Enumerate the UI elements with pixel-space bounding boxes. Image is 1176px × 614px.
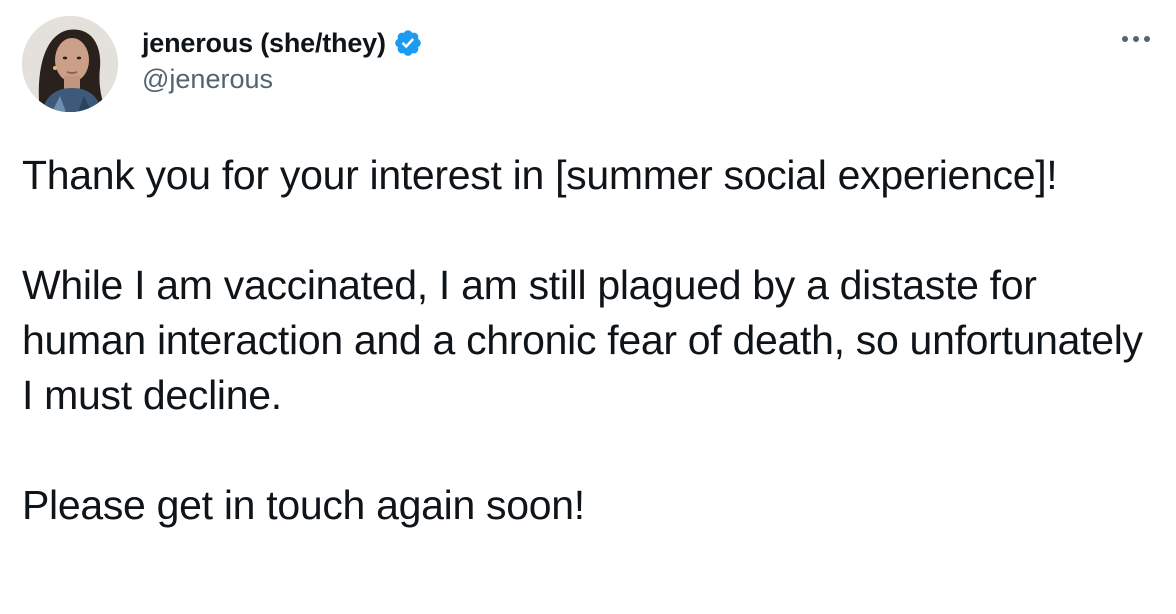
more-options-button[interactable] [1118, 26, 1154, 52]
author-name-row[interactable]: jenerous (she/they) [142, 26, 423, 60]
avatar[interactable] [22, 16, 118, 112]
tweet-paragraph: Thank you for your interest in [summer s… [22, 152, 1058, 198]
author-handle[interactable]: @jenerous [142, 64, 273, 95]
display-name[interactable]: jenerous (she/they) [142, 28, 386, 59]
verified-badge-icon [394, 30, 421, 56]
profile-photo-icon [22, 16, 118, 112]
tweet-paragraph: Please get in touch again soon! [22, 482, 585, 528]
tweet: jenerous (she/they) @jenerous Thank you … [0, 0, 1176, 614]
tweet-paragraph: While I am vaccinated, I am still plague… [22, 262, 1143, 418]
more-options-icon [1122, 36, 1150, 42]
tweet-text: Thank you for your interest in [summer s… [22, 148, 1152, 533]
